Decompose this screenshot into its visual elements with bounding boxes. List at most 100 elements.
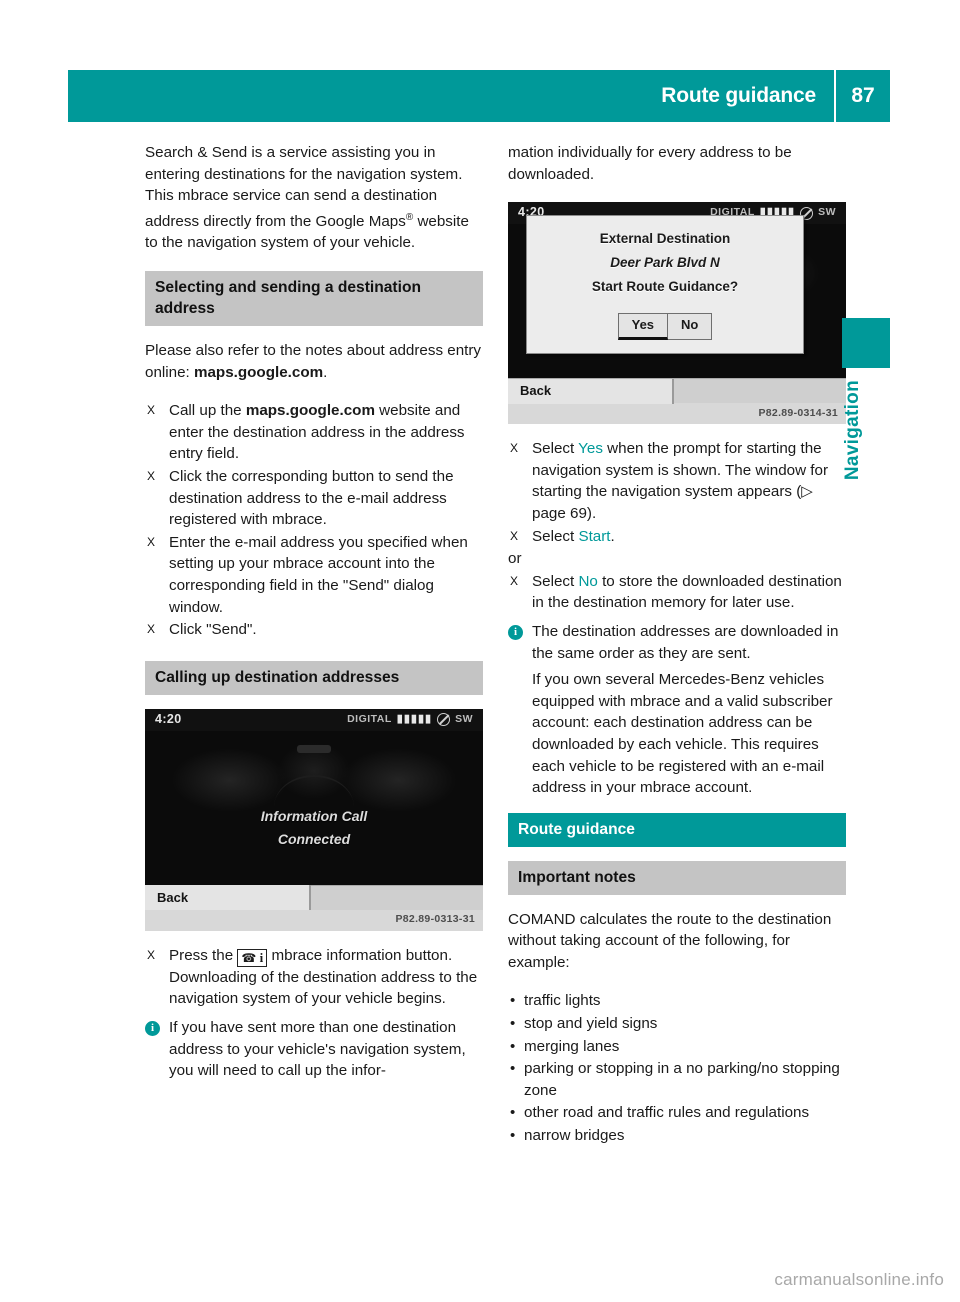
external-destination-dialog: External Destination Deer Park Blvd N St… (526, 215, 804, 355)
step-text: Click the corresponding button to send t… (169, 468, 454, 529)
maps-google-link-text: maps.google.com (193, 363, 324, 381)
info-note-text-2: If you own several Mercedes-Benz vehicle… (532, 671, 833, 797)
call-status-line-2: Connected (277, 830, 351, 847)
chapter-color-swatch (842, 318, 890, 368)
bullet-icon: • (510, 1104, 516, 1122)
call-status-line-1: Information Call (260, 807, 368, 824)
info-note-text: If you have sent more than one destinati… (169, 1018, 466, 1080)
step-text-pre: Call up the (169, 402, 246, 420)
header-title: Route guidance (661, 84, 816, 107)
step-click-send-button: X Click the corresponding button to send… (145, 466, 483, 531)
step-arrow-icon: X (147, 947, 156, 962)
comand-screen: 4:20 DIGITAL ▮▮▮▮▮ SW External Destinati… (508, 202, 846, 379)
step-arrow-icon: X (147, 534, 156, 549)
bullet-icon: • (510, 1015, 516, 1033)
step-select-no: X Select No to store the downloaded dest… (508, 571, 846, 614)
info-note-text-1: The destination addresses are downloaded… (532, 622, 839, 662)
dialog-button-group: Yes No (527, 313, 803, 341)
step-text: Enter the e-mail address you specified w… (169, 533, 468, 616)
step-text-pre: Select (532, 440, 579, 458)
comand-screenshot-external-destination: 4:20 DIGITAL ▮▮▮▮▮ SW External Destinati… (508, 202, 846, 425)
section-heading-important-notes: Important notes (508, 860, 846, 895)
figure-caption: P82.89-0314-31 (508, 403, 846, 425)
yes-button[interactable]: Yes (617, 313, 669, 341)
phone-icon: ☎ (241, 950, 257, 965)
info-circle-icon: i (145, 1020, 160, 1036)
back-button[interactable]: Back (508, 378, 674, 404)
step-call-up-maps: X Call up the maps.google.com website an… (145, 400, 483, 465)
step-text-pre: Select (532, 527, 579, 545)
comand-screen: 4:20 DIGITAL ▮▮▮▮▮ SW Information Call C… (145, 708, 483, 885)
list-item: • parking or stopping in a no parking/no … (508, 1058, 846, 1101)
comand-screenshot-information-call: 4:20 DIGITAL ▮▮▮▮▮ SW Information Call C… (145, 708, 483, 931)
list-item: • other road and traffic rules and regula… (508, 1102, 846, 1124)
step-enter-email: X Enter the e-mail address you specified… (145, 532, 483, 618)
step-arrow-icon: X (510, 441, 519, 456)
bullet-icon: • (510, 992, 516, 1010)
figure-caption: P82.89-0313-31 (145, 909, 483, 931)
band-label: SW (818, 206, 836, 219)
step-arrow-icon: X (147, 403, 156, 418)
info-note-right: i The destination addresses are download… (508, 621, 846, 799)
chapter-label: Navigation (842, 380, 863, 481)
list-item-label: parking or stopping in a no parking/no s… (524, 1060, 840, 1099)
left-column: Search & Send is a service assisting you… (145, 142, 483, 1096)
comand-bottom-bar: Back (508, 378, 846, 404)
bullet-icon: • (510, 1037, 516, 1055)
back-button[interactable]: Back (145, 885, 311, 911)
ui-term-yes: Yes (578, 440, 603, 458)
section-heading-calling-up: Calling up destination addresses (145, 660, 483, 695)
page-number: 87 (851, 84, 875, 107)
step-text-pre: Press the (169, 946, 238, 964)
address-entry-note-end: . (323, 363, 328, 381)
dialog-title: External Destination (599, 231, 731, 247)
band-label: SW (455, 712, 473, 725)
step-text-post: . (610, 527, 615, 545)
intro-paragraph: Search & Send is a service assisting you… (145, 142, 483, 254)
step-arrow-icon: X (510, 573, 519, 588)
step-text-pre: Select (532, 572, 579, 590)
list-item-label: merging lanes (524, 1037, 620, 1055)
bullet-icon: • (510, 1060, 516, 1078)
phone-info-button-icon: ☎ i (237, 948, 268, 967)
list-item: • stop and yield signs (508, 1013, 846, 1035)
step-text: Click "Send". (169, 621, 257, 639)
ui-term-no: No (578, 572, 598, 590)
list-item-label: traffic lights (524, 992, 601, 1010)
step-arrow-icon: X (510, 528, 519, 543)
no-button[interactable]: No (668, 313, 713, 341)
chapter-side-tab: Navigation (842, 318, 890, 480)
step-click-send: X Click "Send". (145, 619, 483, 641)
address-entry-note: Please also refer to the notes about add… (145, 340, 483, 383)
or-separator: or (508, 550, 522, 568)
signal-bars-icon: ▮▮▮▮▮ (396, 712, 433, 725)
info-note-left: i If you have sent more than one destina… (145, 1017, 483, 1082)
step-arrow-icon: X (147, 622, 156, 637)
list-item: • merging lanes (508, 1036, 846, 1058)
no-signal-icon (437, 713, 451, 727)
step-select-yes: X Select Yes when the prompt for startin… (508, 438, 846, 524)
list-item: • traffic lights (508, 990, 846, 1012)
list-item-label: stop and yield signs (524, 1015, 658, 1033)
section-heading-route-guidance: Route guidance (508, 812, 846, 847)
bullet-icon: • (510, 1127, 516, 1145)
dialog-address: Deer Park Blvd N (610, 255, 720, 271)
dialog-question: Start Route Guidance? (591, 279, 739, 295)
info-circle-icon: i (508, 624, 523, 640)
comand-status-bar: 4:20 DIGITAL ▮▮▮▮▮ SW (145, 708, 483, 731)
right-column: mation individually for every address to… (508, 142, 846, 1148)
digital-label: DIGITAL (347, 712, 392, 725)
info-letter-icon: i (259, 949, 264, 965)
comand-calculation-paragraph: COMAND calculates the route to the desti… (508, 910, 832, 971)
step-press-mbrace-button: X Press the ☎ i mbrace information butto… (145, 945, 483, 1010)
comand-bottom-bar: Back (145, 884, 483, 911)
ui-term-start: Start (578, 527, 611, 545)
clock-label: 4:20 (155, 711, 182, 726)
site-watermark: carmanualsonline.info (774, 1270, 944, 1289)
step-arrow-icon: X (147, 469, 156, 483)
list-item: • narrow bridges (508, 1125, 846, 1147)
status-right-group: DIGITAL ▮▮▮▮▮ SW (347, 709, 473, 731)
step-text-bold: maps.google.com (245, 402, 375, 420)
list-item-label: narrow bridges (524, 1127, 625, 1145)
list-item-label: other road and traffic rules and regulat… (524, 1104, 810, 1122)
